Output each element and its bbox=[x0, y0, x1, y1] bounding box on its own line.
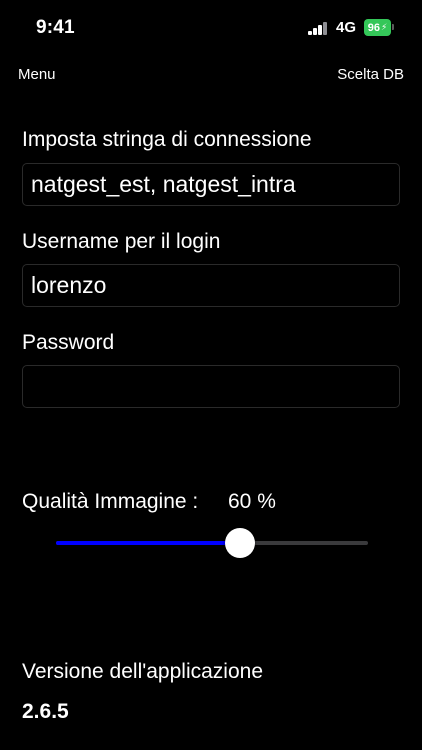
status-time: 9:41 bbox=[36, 17, 75, 38]
slider-fill bbox=[56, 541, 241, 545]
slider-thumb[interactable] bbox=[225, 528, 256, 558]
username-input[interactable] bbox=[22, 264, 400, 307]
charging-bolt-icon: ⚡ bbox=[380, 22, 388, 32]
app-version-value: 2.6.5 bbox=[22, 700, 69, 723]
status-bar: 9:41 4G 96 ⚡ bbox=[0, 0, 422, 58]
cellular-signal-icon bbox=[308, 22, 328, 35]
connection-string-label: Imposta stringa di connessione bbox=[22, 128, 312, 151]
image-quality-slider[interactable] bbox=[56, 528, 368, 558]
image-quality-label: Qualità Immagine : bbox=[22, 490, 199, 513]
password-input[interactable] bbox=[22, 365, 400, 408]
battery-level: 96 bbox=[367, 21, 380, 34]
battery-body: 96 ⚡ bbox=[364, 19, 391, 36]
password-label: Password bbox=[22, 331, 115, 354]
username-label: Username per il login bbox=[22, 230, 221, 253]
menu-button[interactable]: Menu bbox=[18, 66, 56, 83]
battery-tip bbox=[392, 24, 394, 30]
network-type: 4G bbox=[336, 19, 357, 36]
settings-screen: 9:41 4G 96 ⚡ Menu Scelta DB Imposta strin… bbox=[0, 0, 422, 750]
select-db-button[interactable]: Scelta DB bbox=[337, 66, 404, 83]
image-quality-value: 60 % bbox=[228, 490, 276, 513]
app-version-label: Versione dell'applicazione bbox=[22, 660, 264, 683]
connection-string-input[interactable] bbox=[22, 163, 400, 206]
battery-icon: 96 ⚡ bbox=[364, 19, 394, 36]
